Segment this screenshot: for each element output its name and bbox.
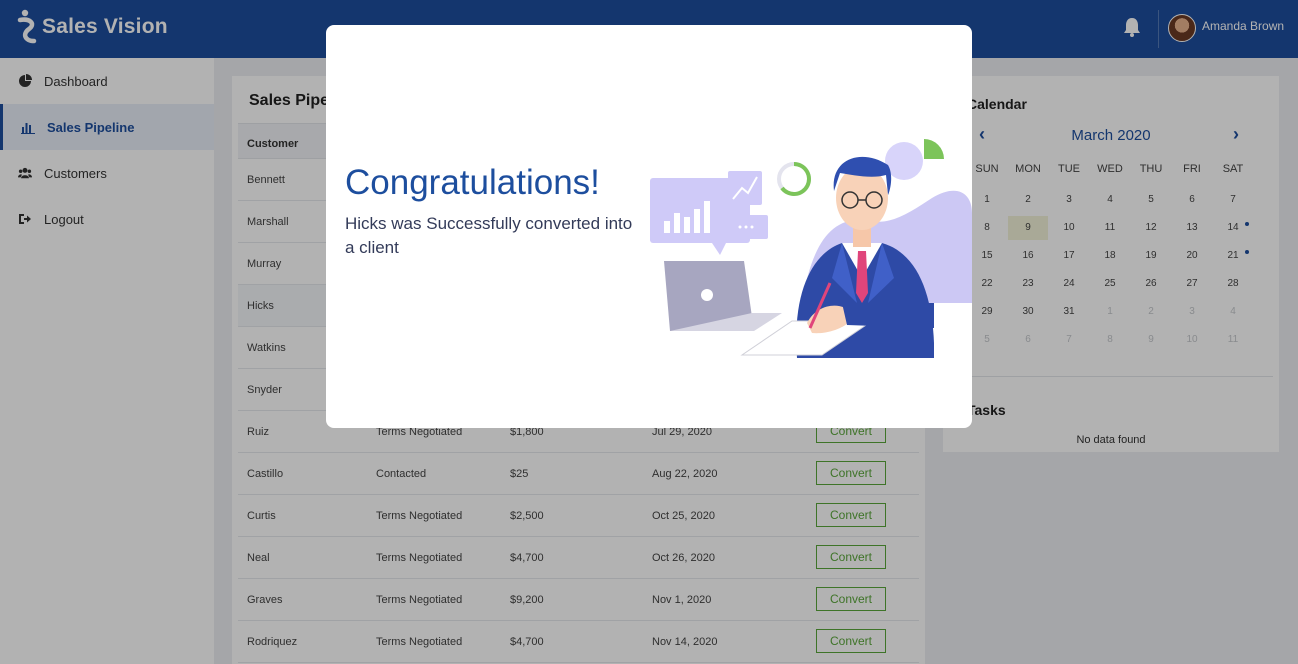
modal-message: Hicks was Successfully converted into a …: [345, 214, 633, 257]
modal-title: Congratulations!: [345, 163, 600, 202]
congratulations-modal: Congratulations! Hicks was Successfully …: [326, 25, 972, 428]
businessman-illustration: [650, 139, 972, 358]
